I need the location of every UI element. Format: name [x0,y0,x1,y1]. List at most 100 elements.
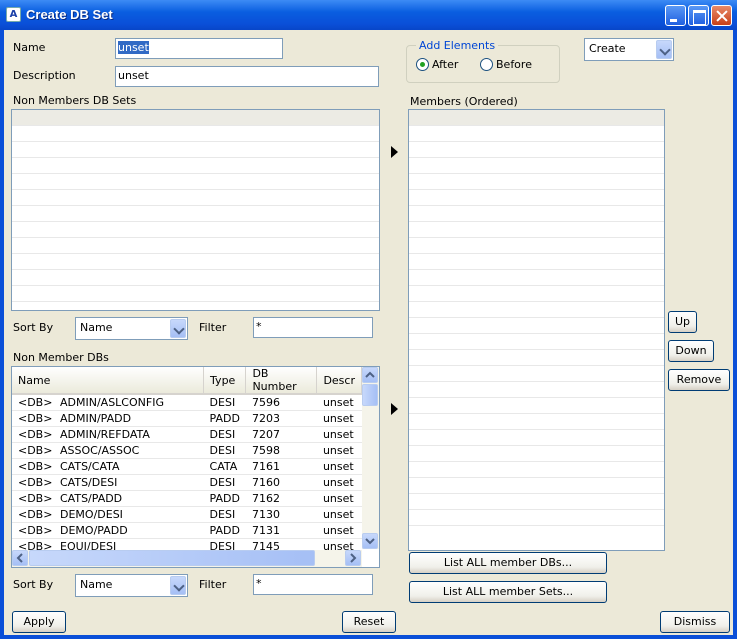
description-field[interactable]: unset [115,66,379,87]
cell-name: <DB> CATS/PADD [12,490,204,507]
column-header-descr[interactable]: Descr [316,367,362,395]
name-label: Name [13,41,46,54]
cell-name: <DB> DEMO/PADD [12,522,204,539]
filter-label: Filter [199,321,227,334]
table-row[interactable]: <DB> CATS/CATA CATA 7161 unset [12,458,362,475]
filter-label-2: Filter [199,578,227,591]
non-members-sets-label: Non Members DB Sets [13,94,137,107]
after-label[interactable]: After [432,58,458,71]
table-row[interactable]: <DB> ASSOC/ASSOC DESI 7598 unset [12,442,362,459]
up-button[interactable]: Up [668,311,697,333]
cell-type: CATA [203,458,246,475]
filter-input-2[interactable]: * [253,574,373,595]
column-header-type[interactable]: Type [203,367,247,395]
column-header-db-number[interactable]: DB Number [245,367,318,395]
after-radio[interactable] [416,58,429,71]
cell-descr: unset [316,410,362,427]
table-row[interactable]: <DB> DEMO/PADD PADD 7131 unset [12,522,362,539]
db-name: DEMO/DESI [60,507,123,521]
maximize-button[interactable] [688,5,709,26]
members-list[interactable] [408,109,665,551]
cell-type: DESI [203,426,246,443]
db-name: ADMIN/PADD [60,411,132,425]
reset-button[interactable]: Reset [342,611,396,633]
chevron-down-icon[interactable] [170,319,186,338]
mode-select[interactable]: Create [584,38,674,61]
add-elements-title: Add Elements [416,39,499,52]
cell-db-number: 7131 [245,522,317,539]
chevron-down-icon[interactable] [362,533,378,549]
before-radio[interactable] [480,58,493,71]
horizontal-scrollbar[interactable] [12,550,362,567]
chevron-down-icon[interactable] [656,40,672,59]
cell-name: <DB> ADMIN/REFDATA [12,426,204,443]
cell-type: DESI [203,394,246,411]
cell-name: <DB> ADMIN/ASLCONFIG [12,394,204,411]
cell-db-number: 7162 [245,490,317,507]
table-row[interactable]: <DB> ADMIN/PADD PADD 7203 unset [12,410,362,427]
vertical-scrollbar[interactable] [362,367,379,549]
members-label: Members (Ordered) [410,95,518,108]
cell-db-number: 7160 [245,474,317,491]
db-name: DEMO/PADD [60,523,128,537]
chevron-down-icon[interactable] [170,576,186,595]
arrow-right-icon[interactable] [391,146,398,158]
table-row[interactable]: <DB> CATS/DESI DESI 7160 unset [12,474,362,491]
horizontal-scroll-thumb[interactable] [29,550,315,566]
non-member-dbs-label: Non Member DBs [13,351,109,364]
window-title: Create DB Set [26,7,113,22]
table-row[interactable]: <DB> CATS/PADD PADD 7162 unset [12,490,362,507]
chevron-left-icon[interactable] [12,550,28,566]
cell-descr: unset [316,522,362,539]
db-name: CATS/DESI [60,475,118,489]
db-kind: <DB> [18,459,53,473]
table-row[interactable]: <DB> ADMIN/ASLCONFIG DESI 7596 unset [12,394,362,411]
apply-button[interactable]: Apply [12,611,66,633]
down-button[interactable]: Down [668,340,714,362]
sort-by-select[interactable]: Name [75,317,188,340]
non-members-sets-list[interactable] [11,109,380,311]
cell-name: <DB> DEMO/DESI [12,506,204,523]
cell-name: <DB> CATS/DESI [12,474,204,491]
cell-name: <DB> CATS/CATA [12,458,204,475]
before-label[interactable]: Before [496,58,532,71]
list-member-dbs-button[interactable]: List ALL member DBs... [409,552,607,574]
description-label: Description [13,69,76,82]
db-name: CATS/CATA [60,459,120,473]
column-header-name[interactable]: Name [12,367,205,395]
title-bar[interactable]: A Create DB Set [0,0,737,30]
cell-descr: unset [316,426,362,443]
close-button[interactable] [711,5,732,26]
minimize-button[interactable] [665,5,686,26]
chevron-right-icon[interactable] [345,550,361,566]
window: A Create DB Set Name unset Description u… [0,0,737,639]
cell-type: DESI [203,474,246,491]
mode-select-value: Create [589,42,626,55]
dismiss-button[interactable]: Dismiss [660,611,730,633]
cell-descr: unset [316,394,362,411]
db-kind: <DB> [18,491,53,505]
non-member-dbs-table[interactable]: Name Type DB Number Descr <DB> ADMIN/ASLC… [11,366,380,568]
sort-by-label: Sort By [13,321,54,334]
sort-by-value: Name [80,321,113,334]
db-kind: <DB> [18,411,53,425]
db-name: CATS/PADD [60,491,123,505]
sort-by-value-2: Name [80,578,113,591]
app-icon: A [6,7,21,22]
sort-by-label-2: Sort By [13,578,54,591]
filter-input[interactable]: * [253,317,373,338]
cell-name: <DB> ASSOC/ASSOC [12,442,204,459]
arrow-right-icon[interactable] [391,403,398,415]
vertical-scroll-thumb[interactable] [362,384,378,406]
name-field[interactable]: unset [115,38,283,59]
chevron-up-icon[interactable] [362,367,378,383]
cell-db-number: 7598 [245,442,317,459]
table-row[interactable]: <DB> DEMO/DESI DESI 7130 unset [12,506,362,523]
cell-type: PADD [203,522,246,539]
name-value: unset [118,41,149,54]
cell-descr: unset [316,506,362,523]
list-member-sets-button[interactable]: List ALL member Sets... [409,581,607,603]
table-row[interactable]: <DB> ADMIN/REFDATA DESI 7207 unset [12,426,362,443]
sort-by-select-2[interactable]: Name [75,574,188,597]
remove-button[interactable]: Remove [668,369,730,391]
